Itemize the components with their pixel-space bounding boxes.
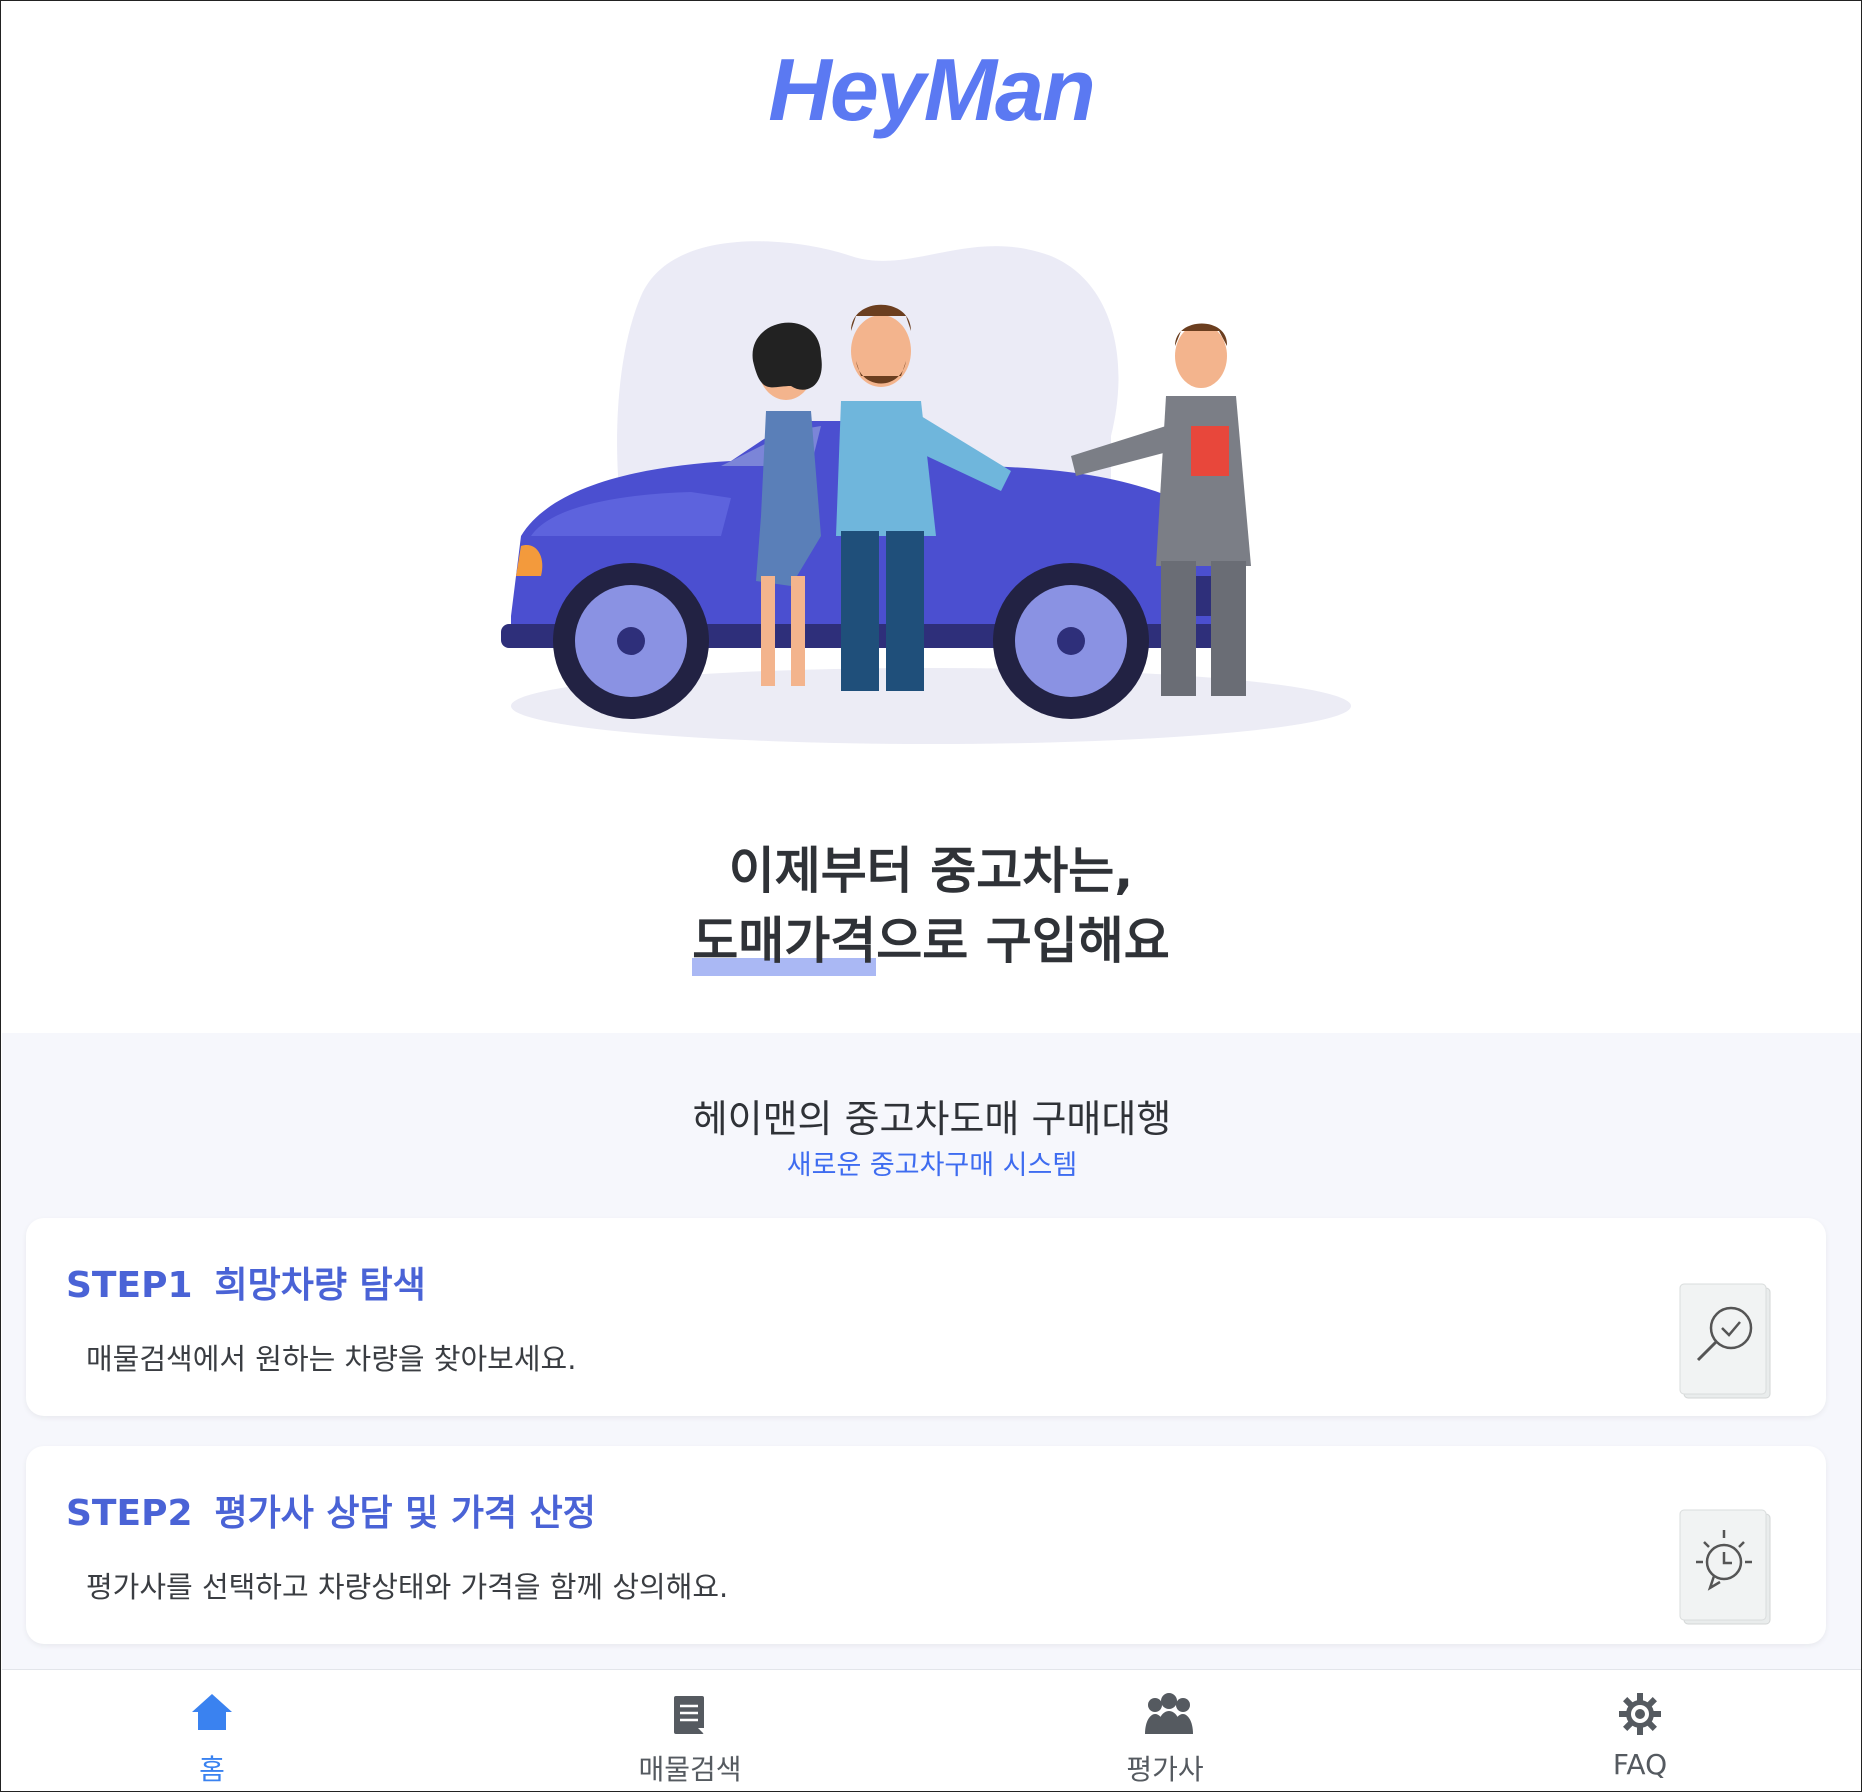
- step-title: STEP1 희망차량 탐색: [66, 1256, 426, 1308]
- hero-illustration: [501, 241, 1351, 744]
- step-card-2[interactable]: STEP2 평가사 상담 및 가격 산정 평가사를 선택하고 차량상태와 가격을 …: [26, 1446, 1826, 1644]
- headline-line2-rest: 으로 구입해요: [876, 912, 1170, 970]
- step-number: STEP1: [66, 1265, 193, 1306]
- section-title: 헤이맨의 중고차도매 구매대행: [692, 1097, 1172, 1141]
- section-subtitle: 새로운 중고차구매 시스템: [786, 1150, 1078, 1181]
- heyman-logo: HeyMan: [768, 40, 1095, 139]
- home-icon: [192, 1694, 232, 1730]
- steps-section: 헤이맨의 중고차도매 구매대행 새로운 중고차구매 시스템 STEP1 희망차량 …: [2, 1033, 1861, 1673]
- tab-home[interactable]: 홈: [112, 1670, 312, 1791]
- headline-highlight: 도매가격: [692, 906, 877, 976]
- step-heading: 평가사 상담 및 가격 산정: [214, 1493, 596, 1534]
- headline-line2: 도매가격으로 구입해요: [1, 906, 1861, 976]
- tab-faq[interactable]: FAQ: [1540, 1670, 1740, 1791]
- idea-clock-icon: [1679, 1509, 1771, 1625]
- app-screen: HeyMan 이제부터 중고차는, 도매가격으로 구입해요 헤이맨의 중고차도매…: [0, 0, 1862, 1792]
- step-heading: 희망차량 탐색: [214, 1265, 426, 1306]
- bottom-tab-bar: 홈 매물검색 평가사 FAQ: [2, 1669, 1861, 1791]
- step-card-1[interactable]: STEP1 희망차량 탐색 매물검색에서 원하는 차량을 찾아보세요.: [26, 1218, 1826, 1416]
- tab-listings-search[interactable]: 매물검색: [590, 1670, 790, 1791]
- headline-line1: 이제부터 중고차는,: [728, 842, 1134, 900]
- hero-headline: 이제부터 중고차는, 도매가격으로 구입해요: [1, 836, 1861, 976]
- tab-label: 홈: [199, 1753, 225, 1786]
- step-description: 평가사를 선택하고 차량상태와 가격을 함께 상의해요.: [86, 1570, 729, 1604]
- step-number: STEP2: [66, 1493, 193, 1534]
- tab-appraisers[interactable]: 평가사: [1065, 1670, 1265, 1791]
- gear-icon: [1619, 1693, 1661, 1735]
- search-document-icon: [1679, 1283, 1771, 1399]
- step-title: STEP2 평가사 상담 및 가격 산정: [66, 1484, 596, 1536]
- document-icon: [674, 1696, 704, 1734]
- tab-label: 평가사: [1126, 1753, 1204, 1786]
- tab-label: FAQ: [1612, 1748, 1668, 1781]
- people-icon: [1145, 1693, 1193, 1734]
- step-description: 매물검색에서 원하는 차량을 찾아보세요.: [86, 1342, 577, 1376]
- tab-label: 매물검색: [638, 1753, 742, 1786]
